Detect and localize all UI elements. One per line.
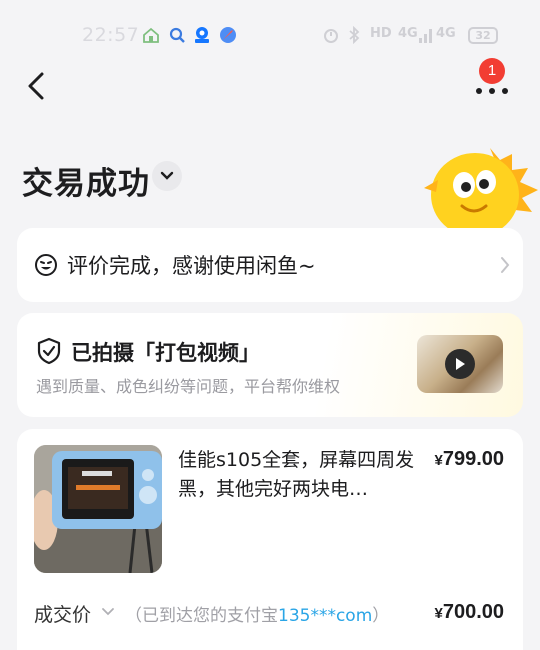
- camera-photo-icon: [34, 445, 162, 573]
- back-arrow-icon[interactable]: [22, 68, 50, 104]
- order-product-card: 佳能s105全套，屏幕四周发黑，其他完好两块电… ¥799.00 成交价 （已到…: [17, 429, 523, 650]
- packing-video-card[interactable]: 已拍摄「打包视频」 遇到质量、成色纠纷等问题，平台帮你维权: [17, 313, 523, 417]
- alipay-account: 135***com: [278, 606, 373, 626]
- battery-indicator: 32: [468, 27, 498, 44]
- signal-label-a: 4G: [398, 26, 418, 41]
- chevron-down-icon: [160, 171, 174, 180]
- product-title[interactable]: 佳能s105全套，屏幕四周发黑，其他完好两块电…: [178, 446, 418, 504]
- page-title: 交易成功: [22, 166, 150, 202]
- status-time: 22:57: [82, 24, 140, 46]
- alipay-app-icon: [195, 27, 209, 43]
- browser-app-icon: [220, 27, 236, 43]
- search-app-icon: [169, 27, 185, 43]
- signal-bars-icon: [419, 29, 432, 43]
- product-image[interactable]: [34, 445, 162, 573]
- shield-check-icon: [37, 337, 61, 365]
- home-app-icon: [143, 27, 159, 43]
- fish-mascot-icon: [424, 148, 538, 235]
- notification-badge: 1: [479, 58, 505, 84]
- status-bar: 22:57 HD 4G 4G 32: [0, 0, 540, 72]
- payment-destination-note: （已到达您的支付宝135***com）: [125, 606, 390, 626]
- smile-face-icon: [35, 254, 57, 276]
- bluetooth-icon: [349, 26, 360, 44]
- deal-price: ¥700.00: [434, 601, 504, 623]
- review-status-text: 评价完成，感谢使用闲鱼~: [67, 254, 316, 278]
- packing-video-title: 已拍摄「打包视频」: [71, 341, 260, 365]
- signal-label-b: 4G: [436, 26, 456, 41]
- chevron-right-icon: [501, 257, 510, 273]
- review-card[interactable]: 评价完成，感谢使用闲鱼~: [17, 228, 523, 302]
- chevron-down-icon[interactable]: [101, 607, 115, 617]
- product-price: ¥799.00: [434, 448, 504, 470]
- alarm-icon: [324, 29, 338, 43]
- title-dropdown-button[interactable]: [152, 161, 182, 191]
- play-icon[interactable]: [445, 349, 475, 379]
- packing-video-thumbnail[interactable]: [417, 335, 503, 393]
- deal-price-label[interactable]: 成交价: [34, 600, 91, 627]
- wifi-label: HD: [370, 26, 392, 41]
- packing-video-subtitle: 遇到质量、成色纠纷等问题，平台帮你维权: [36, 377, 341, 396]
